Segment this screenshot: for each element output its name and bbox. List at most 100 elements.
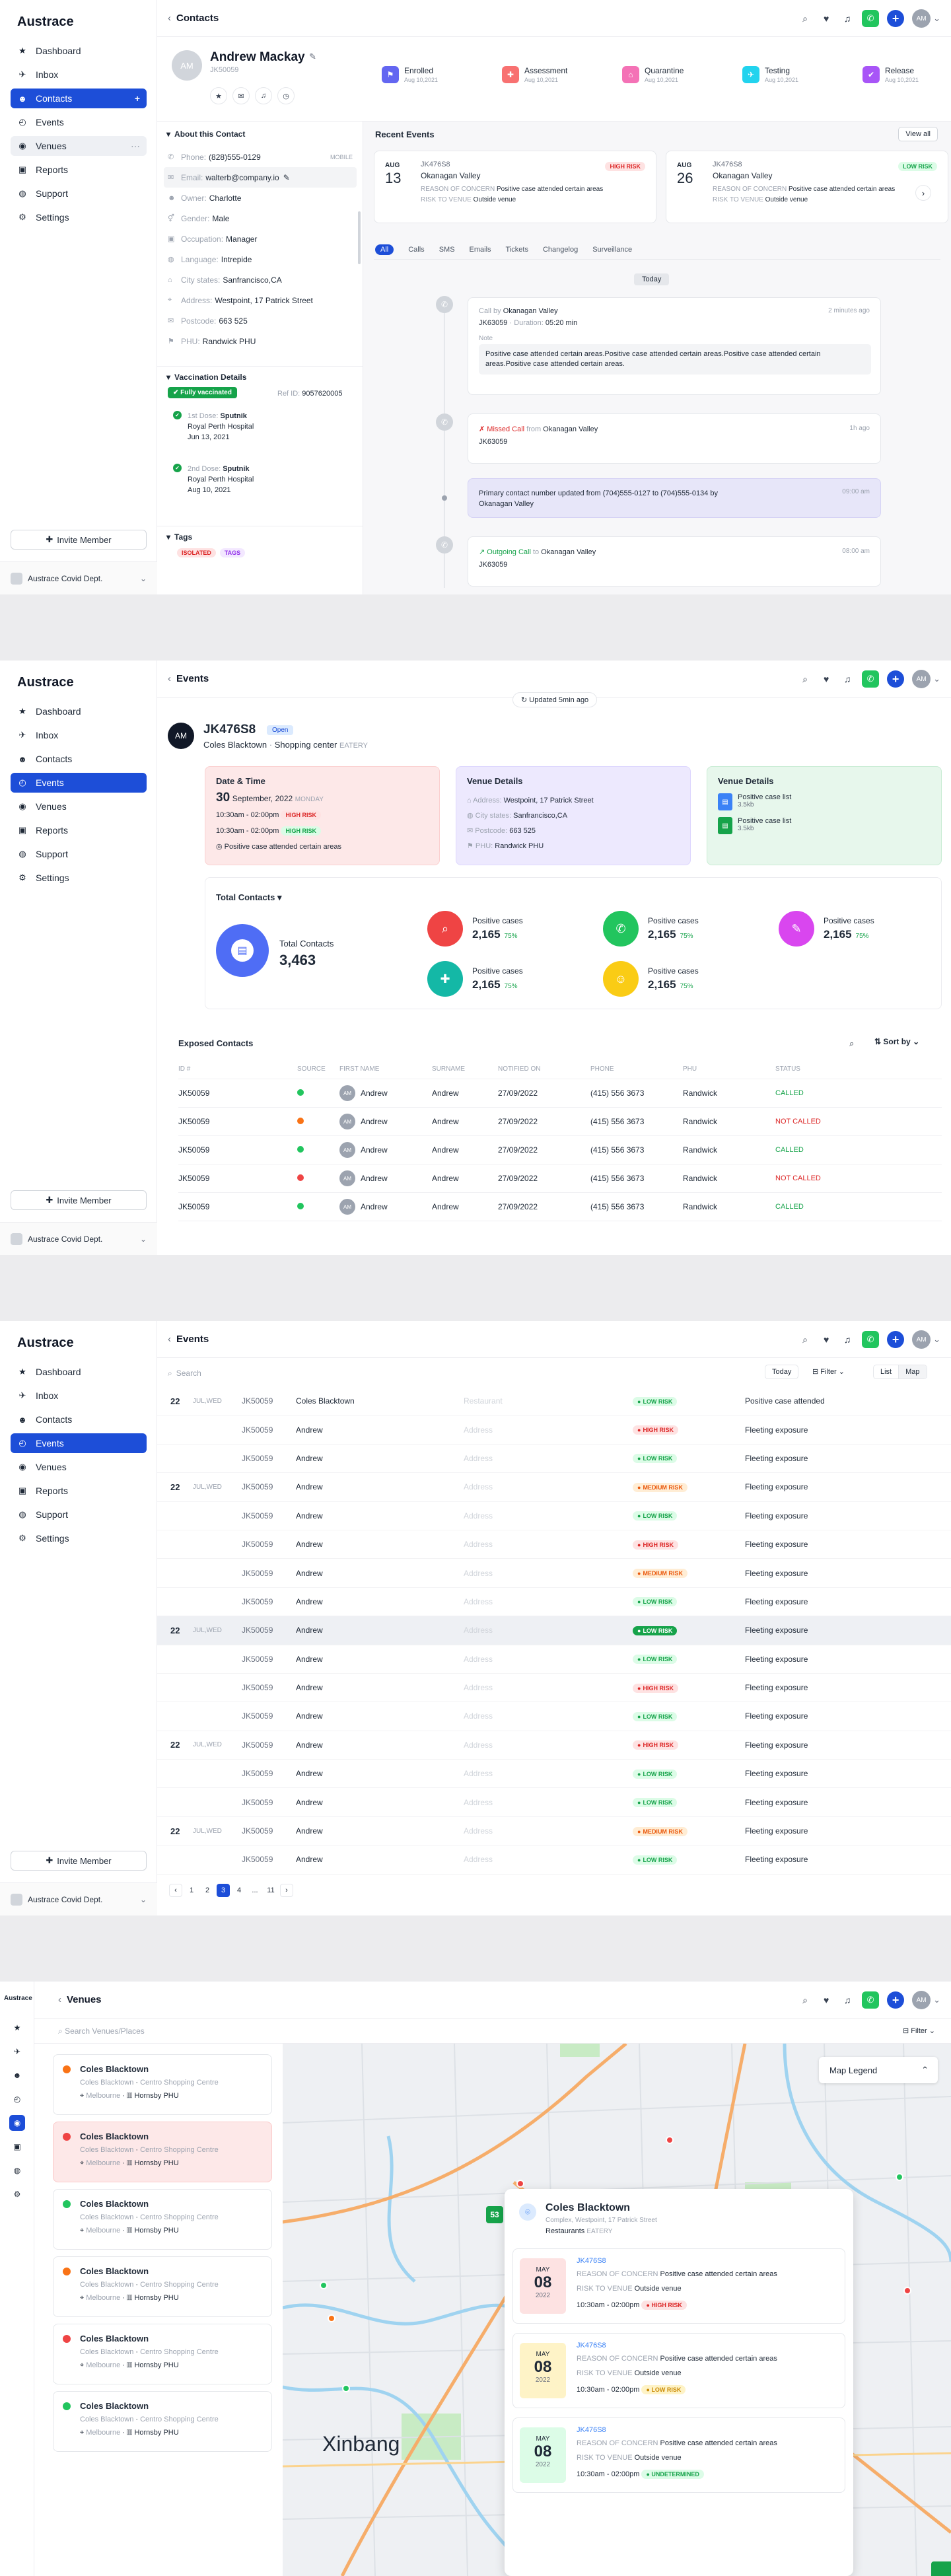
map-pin[interactable] [666,2136,674,2144]
bell-icon[interactable]: ♫ [841,1993,854,2007]
invite-member-button[interactable]: ✚ Invite Member [11,530,147,550]
timeline-outgoing-call[interactable]: ↗ Outgoing Call to Okanagan Valley 08:00… [468,536,881,587]
map-view-button[interactable]: Map [899,1365,927,1378]
search-input[interactable]: ⌕ Search [168,1365,498,1382]
edit-icon[interactable]: ✎ [283,173,290,182]
sidebar-item-support[interactable]: ◍ Support [11,1505,147,1524]
status-step[interactable]: ✈ Testing Aug 10,2021 [742,66,863,83]
map-pin[interactable] [516,2180,524,2188]
user-menu[interactable]: AM ⌄ [912,670,940,688]
sidebar-item-reports[interactable]: ▣ Reports [11,820,147,840]
user-menu[interactable]: AM ⌄ [912,9,940,28]
page-button[interactable]: 11 [264,1884,277,1897]
more-icon[interactable]: ⋯ [131,141,140,152]
table-row[interactable]: JK50059 Andrew Address ● HIGH RISK Fleeting e… [157,1415,951,1445]
table-row[interactable]: JK50059 Andrew Address ● LOW RISK Fleeting ex… [157,1845,951,1875]
tag[interactable]: TAGS [219,548,246,557]
table-row[interactable]: JK50059 Andrew Address ● HIGH RISK Fleeting e… [157,1530,951,1559]
table-row[interactable]: 22 JUL,WED JK50059 Andrew Address ● LOW RISK Fl… [157,1616,951,1645]
heart-icon[interactable]: ♥ [820,1333,833,1346]
recent-event-card[interactable]: AUG 13 JK476S8 Okanagan Valley HIGH RISK REAS… [374,151,656,223]
sidebar-item-inbox[interactable]: ✈ Inbox [11,1386,147,1406]
filter-tab-emails[interactable]: Emails [470,244,491,255]
search-icon[interactable]: ⌕ [798,12,812,25]
table-row[interactable]: JK50059 Andrew Address ● LOW RISK Fleeting ex… [157,1588,951,1617]
table-row[interactable]: JK50059 Andrew Address ● LOW RISK Fleeting ex… [157,1788,951,1817]
add-icon[interactable]: + [887,10,905,27]
add-icon[interactable]: + [887,1991,905,2009]
heart-icon[interactable]: ♥ [820,672,833,686]
bell-icon[interactable]: ♫ [841,672,854,686]
search-icon[interactable]: ⌕ [798,1993,812,2007]
view-all-button[interactable]: View all [898,127,938,141]
table-row[interactable]: JK50059 Andrew Address ● LOW RISK Fleeting ex… [157,1760,951,1789]
page-button[interactable]: 4 [232,1884,246,1897]
sidebar-item-contacts[interactable]: ☻ Contacts [11,749,147,769]
events-icon[interactable]: ◴ [9,2091,25,2107]
file-item[interactable]: ▤ Positive case list 3.5kb [718,817,791,834]
recent-event-card[interactable]: AUG 26 JK476S8 Okanagan Valley LOW RISK REASO… [666,151,948,223]
user-menu[interactable]: AM ⌄ [912,1991,940,2009]
sidebar-item-settings[interactable]: ⚙ Settings [11,207,147,227]
map-pin[interactable] [328,2314,335,2322]
page-button[interactable]: 2 [201,1884,214,1897]
list-view-button[interactable]: List [874,1365,899,1378]
map-pin[interactable] [342,2384,350,2392]
back-icon[interactable]: ‹ [168,1334,171,1345]
filter-tab-sms[interactable]: SMS [439,244,455,255]
sidebar-item-venues[interactable]: ◉ Venues [11,1457,147,1477]
back-icon[interactable]: ‹ [168,673,171,684]
phone-icon[interactable]: ✆ [862,1991,880,2009]
table-row[interactable]: JK50059 AM Andrew Andrew 27/09/2022 (415) 556… [178,1136,942,1164]
file-item[interactable]: ▤ Positive case list 3.5kb [718,793,791,810]
table-row[interactable]: JK50059 AM Andrew Andrew 27/09/2022 (415) 556… [178,1079,942,1108]
sidebar-item-venues[interactable]: ◉ Venues [11,797,147,816]
edit-icon[interactable]: ✎ [309,52,316,62]
scrollbar[interactable] [358,211,361,264]
phone-icon[interactable]: ✆ [862,1331,880,1348]
user-menu[interactable]: AM ⌄ [912,1330,940,1349]
org-switcher[interactable]: Austrace Covid Dept. ⌄ [0,1222,157,1255]
timeline-update[interactable]: Primary contact number updated from (704… [468,478,881,518]
phone-icon[interactable]: ✆ [862,10,880,27]
status-step[interactable]: ✔ Release Aug 10,2021 [863,66,951,83]
chevron-right-icon[interactable]: › [915,185,931,201]
table-row[interactable]: 22 JUL,WED JK50059 Andrew Address ● MEDIUM RIS… [157,1817,951,1846]
filter-tab-surveillance[interactable]: Surveillance [592,244,632,255]
sidebar-item-contacts[interactable]: ☻ Contacts + [11,89,147,108]
timeline-call[interactable]: Call by Okanagan Valley 2 minutes ago JK… [468,297,881,395]
timeline-missed-call[interactable]: ✗ Missed Call from Okanagan Valley 1h ag… [468,413,881,464]
bell-icon[interactable]: ♫ [841,12,854,25]
map[interactable]: Xinbang Map Legend ⌃ 53 ⌾ Coles Blacktown… [283,2044,951,2576]
search-venues-input[interactable]: ⌕ Search Venues/Places [58,2026,145,2036]
tag[interactable]: ISOLATED [177,548,216,557]
sidebar-item-support[interactable]: ◍ Support [11,844,147,864]
map-pin[interactable] [320,2281,328,2289]
search-icon[interactable]: ⌕ [798,1333,812,1346]
add-icon[interactable]: + [887,1331,905,1348]
add-icon[interactable]: + [887,670,905,688]
back-icon[interactable]: ‹ [168,13,171,24]
status-step[interactable]: ✚ Assessment Aug 10,2021 [502,66,622,83]
sidebar-item-reports[interactable]: ▣ Reports [11,160,147,180]
sidebar-item-settings[interactable]: ⚙ Settings [11,868,147,888]
org-switcher[interactable]: Austrace Covid Dept. ⌄ [0,561,157,594]
about-title[interactable]: ▾ About this Contact [166,129,245,139]
table-row[interactable]: 22 JUL,WED JK50059 Andrew Address ● MEDIUM RIS… [157,1473,951,1502]
bell-icon[interactable]: ♫ [255,87,272,104]
heart-icon[interactable]: ♥ [820,12,833,25]
venues-icon[interactable]: ◉ [9,2115,25,2131]
filter-tab-tickets[interactable]: Tickets [506,244,528,255]
filter-tab-changelog[interactable]: Changelog [543,244,578,255]
venue-card[interactable]: Coles Blacktown Coles Blacktown · Centro … [53,2189,272,2250]
filter-dropdown[interactable]: ⊟ Filter ⌄ [903,2026,935,2035]
search-icon[interactable]: ⌕ [798,672,812,686]
clock-icon[interactable]: ◷ [277,87,295,104]
venue-card[interactable]: Coles Blacktown Coles Blacktown · Centro … [53,2054,272,2115]
inbox-icon[interactable]: ✈ [9,2044,25,2059]
sidebar-item-events[interactable]: ◴ Events [11,1433,147,1453]
sidebar-item-events[interactable]: ◴ Events [11,112,147,132]
page-button[interactable]: 1 [185,1884,198,1897]
heart-icon[interactable]: ♥ [820,1993,833,2007]
chat-icon[interactable]: ✉ [232,87,250,104]
